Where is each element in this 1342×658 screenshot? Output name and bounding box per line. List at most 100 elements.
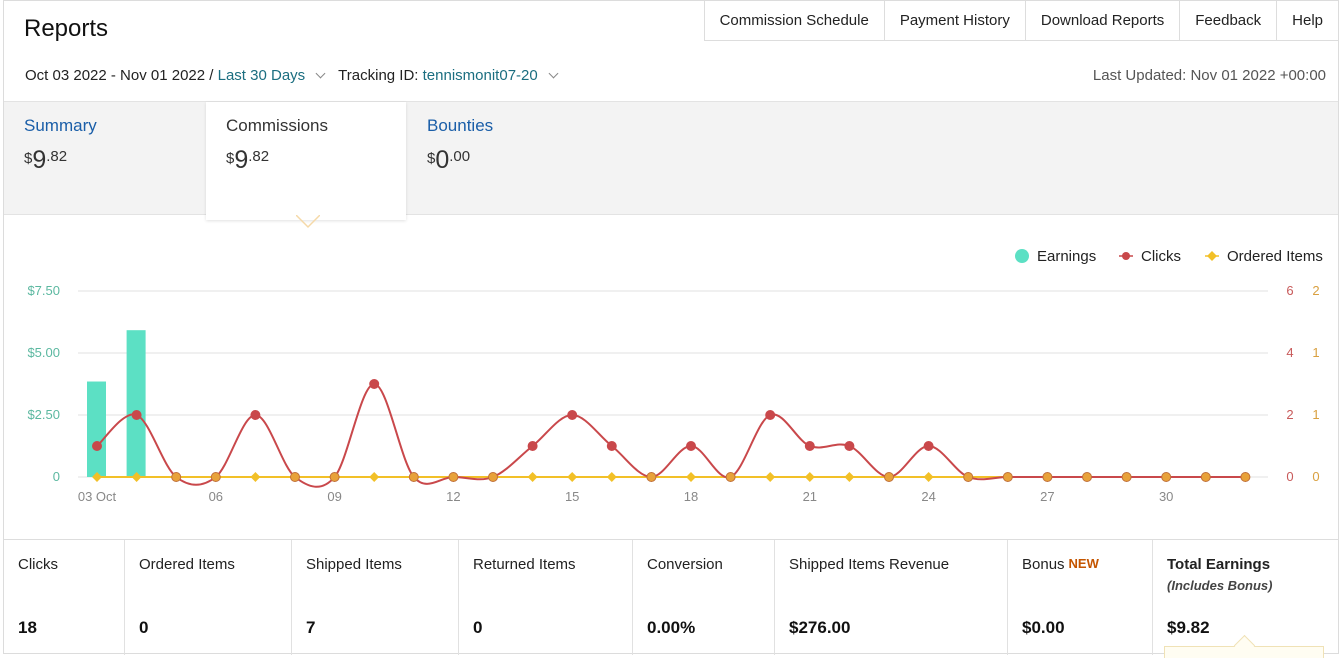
x-tick-label: 12 bbox=[446, 489, 460, 504]
y-left-tick-label: $5.00 bbox=[27, 345, 60, 360]
y-right-tick-label: 6 bbox=[1286, 283, 1293, 298]
stat-label: Shipped Items bbox=[306, 556, 402, 573]
tracking-id-label: Tracking ID: bbox=[338, 67, 419, 84]
clicks-point bbox=[963, 472, 974, 482]
period-dropdown[interactable]: Last 30 Days bbox=[218, 67, 306, 84]
ordered-items-point bbox=[606, 472, 617, 482]
filter-bar: Oct 03 2022 - Nov 01 2022 / Last 30 Days… bbox=[25, 67, 571, 84]
stat-value: 18 bbox=[18, 618, 37, 637]
clicks-point bbox=[1161, 472, 1172, 482]
amount-decimal: .82 bbox=[46, 148, 68, 165]
stat-shipped-revenue: Shipped Items Revenue $276.00 bbox=[775, 540, 1008, 655]
x-tick-label: 06 bbox=[209, 489, 223, 504]
x-tick-label: 18 bbox=[684, 489, 698, 504]
ordered-items-point bbox=[923, 472, 934, 482]
clicks-point bbox=[1121, 472, 1132, 482]
x-tick-label: 09 bbox=[327, 489, 341, 504]
tracking-id-dropdown[interactable]: tennismonit07-20 bbox=[423, 67, 538, 84]
y-right-tick-label: 4 bbox=[1286, 345, 1293, 360]
ordered-items-point bbox=[369, 472, 380, 482]
reports-panel: Reports Commission Schedule Payment Hist… bbox=[3, 0, 1339, 655]
y-left-tick-label: 0 bbox=[53, 469, 60, 484]
stat-bonus: Bonus NEW $0.00 bbox=[1008, 540, 1153, 655]
clicks-point bbox=[527, 441, 538, 451]
clicks-point bbox=[844, 441, 855, 451]
stat-sublabel: (Includes Bonus) bbox=[1167, 578, 1273, 593]
stat-label: Clicks bbox=[18, 556, 58, 573]
x-tick-label: 03 Oct bbox=[78, 489, 117, 504]
chevron-down-icon[interactable] bbox=[315, 68, 326, 79]
help-link[interactable]: Help bbox=[1277, 1, 1338, 40]
ordered-items-point bbox=[527, 472, 538, 482]
clicks-point bbox=[686, 441, 696, 451]
clicks-point bbox=[567, 410, 578, 420]
ordered-items-point bbox=[250, 472, 261, 482]
y-right-tick-label: 1 bbox=[1312, 407, 1319, 422]
stat-conversion: Conversion 0.00% bbox=[633, 540, 775, 655]
x-tick-label: 15 bbox=[565, 489, 579, 504]
ordered-items-point bbox=[686, 472, 696, 482]
clicks-point bbox=[646, 472, 657, 482]
x-tick-label: 27 bbox=[1040, 489, 1054, 504]
payment-history-link[interactable]: Payment History bbox=[885, 1, 1026, 40]
x-tick-label: 24 bbox=[921, 489, 935, 504]
stat-ordered-items: Ordered Items 0 bbox=[125, 540, 292, 655]
new-badge: NEW bbox=[1068, 556, 1099, 571]
clicks-point bbox=[1200, 472, 1211, 482]
clicks-point bbox=[329, 472, 340, 482]
clicks-point bbox=[250, 410, 261, 420]
page-title: Reports bbox=[24, 15, 109, 42]
x-tick-label: 30 bbox=[1159, 489, 1173, 504]
clicks-point bbox=[923, 441, 934, 451]
tab-label: Bounties bbox=[427, 116, 494, 135]
stat-clicks: Clicks 18 bbox=[4, 540, 125, 655]
amount-decimal: .00 bbox=[449, 148, 471, 165]
stat-value: 0 bbox=[139, 618, 149, 637]
commission-schedule-link[interactable]: Commission Schedule bbox=[705, 1, 885, 40]
currency-symbol: $ bbox=[24, 150, 33, 167]
amount-integer: 0 bbox=[435, 146, 450, 174]
clicks-point bbox=[369, 379, 380, 389]
stat-label: Ordered Items bbox=[139, 556, 235, 573]
tab-label: Commissions bbox=[226, 116, 329, 135]
clicks-point bbox=[804, 441, 815, 451]
report-tabs: Summary $ 9 .82 Commissions $ 9 .82 Boun… bbox=[4, 101, 1338, 220]
download-reports-link[interactable]: Download Reports bbox=[1026, 1, 1181, 40]
stat-label: Conversion bbox=[647, 556, 723, 573]
stat-value: 0 bbox=[473, 618, 483, 637]
tab-label: Summary bbox=[24, 116, 97, 135]
tab-commissions[interactable]: Commissions $ 9 .82 bbox=[206, 102, 406, 220]
clicks-point bbox=[606, 441, 617, 451]
clicks-point bbox=[448, 472, 459, 482]
stats-bar: Clicks 18 Ordered Items 0 Shipped Items … bbox=[4, 539, 1338, 655]
clicks-point bbox=[408, 472, 419, 482]
clicks-point bbox=[1240, 472, 1251, 482]
tab-bounties[interactable]: Bounties $ 0 .00 bbox=[407, 102, 607, 216]
date-range-text: Oct 03 2022 - Nov 01 2022 / bbox=[25, 67, 214, 84]
tab-amount: $ 9 .82 bbox=[24, 146, 186, 175]
chevron-down-icon[interactable] bbox=[548, 68, 559, 79]
stat-label-wrap: Bonus NEW bbox=[1022, 556, 1138, 573]
active-tab-pointer bbox=[296, 215, 320, 229]
stat-label: Bonus bbox=[1022, 556, 1065, 573]
currency-symbol: $ bbox=[226, 150, 235, 167]
y-right-tick-label: 1 bbox=[1312, 345, 1319, 360]
stat-value: $0.00 bbox=[1022, 618, 1065, 637]
amount-integer: 9 bbox=[234, 146, 249, 174]
ordered-items-point bbox=[567, 472, 578, 482]
legend-label: Earnings bbox=[1037, 248, 1096, 265]
tab-summary[interactable]: Summary $ 9 .82 bbox=[4, 102, 206, 216]
clicks-point bbox=[171, 472, 182, 482]
stat-label: Returned Items bbox=[473, 556, 576, 573]
feedback-link[interactable]: Feedback bbox=[1180, 1, 1278, 40]
clicks-line bbox=[96, 382, 1246, 488]
ordered-items-point bbox=[804, 472, 815, 482]
amount-integer: 9 bbox=[32, 146, 47, 174]
top-links: Commission Schedule Payment History Down… bbox=[703, 1, 1338, 41]
stat-value: 0.00% bbox=[647, 618, 696, 637]
y-right-tick-label: 0 bbox=[1312, 469, 1319, 484]
stat-value: $276.00 bbox=[789, 618, 851, 637]
clicks-point bbox=[1042, 472, 1053, 482]
stat-label: Total Earnings bbox=[1167, 556, 1271, 573]
legend-label: Clicks bbox=[1141, 248, 1181, 265]
